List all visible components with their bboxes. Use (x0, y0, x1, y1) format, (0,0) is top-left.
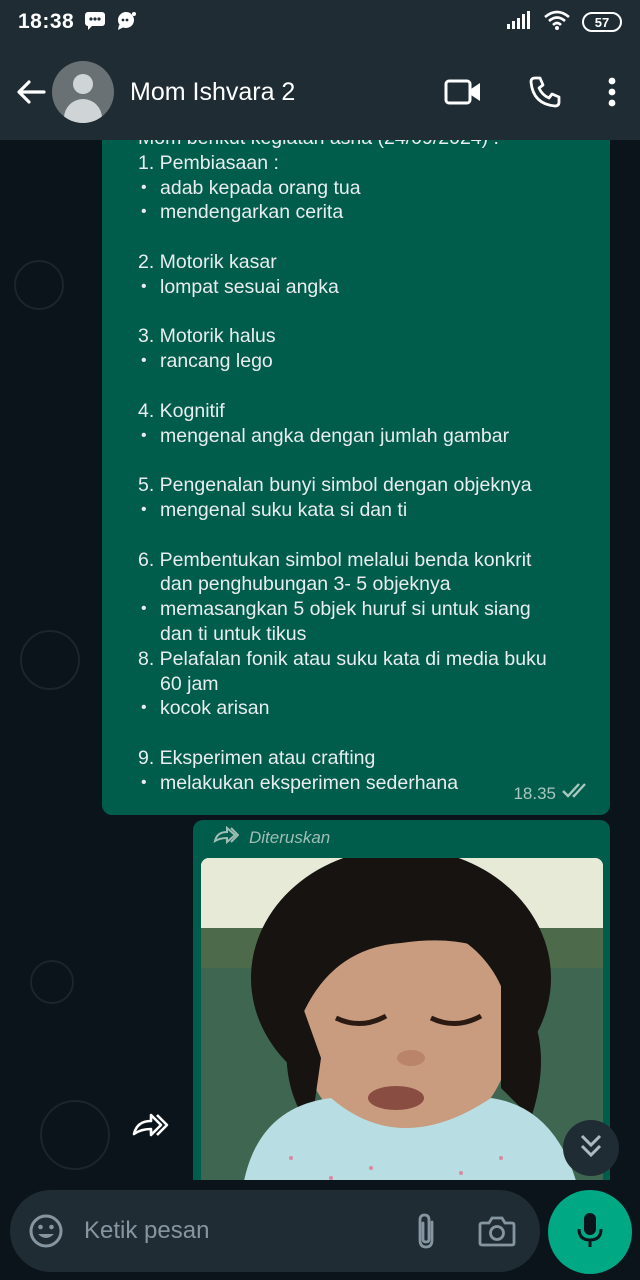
message-line: 9. Eksperimen atau crafting (138, 746, 376, 769)
back-arrow-icon[interactable] (14, 75, 48, 109)
wallpaper-doodle (30, 960, 74, 1004)
video-call-icon[interactable] (444, 78, 482, 106)
message-text: Mom berikut kegiatan asha (24/09/2024) :… (138, 140, 586, 796)
message-line: 8. Pelafalan fonik atau suku kata di med… (138, 647, 547, 670)
message-input[interactable]: Ketik pesan (84, 1217, 414, 1245)
message-line: 60 jam (160, 672, 219, 695)
message-line: dan penghubungan 3- 5 objeknya (160, 573, 451, 596)
avatar-head-shape (73, 74, 93, 94)
message-line: 2. Motorik kasar (138, 250, 277, 273)
signal-icon (506, 10, 532, 34)
mic-button[interactable] (548, 1190, 632, 1274)
more-options-icon[interactable] (608, 77, 616, 107)
contact-name[interactable]: Mom Ishvara 2 (130, 78, 295, 107)
message-bullet-line: mendengarkan cerita (138, 200, 586, 225)
message-bullet-line: kocok arisan (138, 696, 586, 721)
message-time: 18.35 (513, 783, 556, 803)
message-line: Mom berikut kegiatan asha (24/09/2024) : (138, 140, 586, 151)
attach-icon[interactable] (414, 1212, 438, 1250)
forwarded-icon (213, 825, 240, 849)
scroll-to-bottom-button[interactable] (563, 1120, 619, 1176)
microphone-icon (576, 1211, 604, 1254)
voice-call-icon[interactable] (528, 75, 562, 109)
message-notification-icon (84, 10, 106, 35)
camera-icon[interactable] (478, 1215, 516, 1247)
message-line: dan ti untuk tikus (160, 622, 307, 645)
status-time: 18:38 (18, 10, 75, 33)
message-bullet-line: adab kepada orang tua (138, 176, 586, 201)
forwarded-photo[interactable] (201, 858, 603, 1190)
forwarded-label: Diteruskan (213, 825, 331, 849)
wallpaper-doodle (40, 1100, 110, 1170)
message-meta: 18.35 (513, 781, 592, 807)
contact-avatar[interactable] (52, 61, 114, 123)
input-bar: Ketik pesan (0, 1180, 640, 1280)
forwarded-text: Diteruskan (249, 827, 331, 847)
message-bullet-line: lompat sesuai angka (138, 275, 586, 300)
emoji-icon[interactable] (28, 1213, 64, 1249)
message-line: 3. Motorik halus (138, 325, 276, 348)
chat-area[interactable]: Mom berikut kegiatan asha (24/09/2024) :… (0, 140, 640, 1190)
message-bullet-line: memasangkan 5 objek huruf si untuk siang (138, 597, 586, 622)
message-line: 6. Pembentukan simbol melalui benda konk… (138, 548, 532, 571)
wallpaper-doodle (20, 630, 80, 690)
double-chevron-down-icon (579, 1133, 603, 1164)
message-line: 1. Pembiasaan : (138, 151, 279, 174)
wifi-icon (544, 10, 570, 35)
outgoing-message-bubble[interactable]: Mom berikut kegiatan asha (24/09/2024) :… (102, 140, 610, 815)
battery-indicator: 57 (582, 12, 622, 32)
status-bar: 18:38 57 (0, 0, 640, 44)
message-line: 5. Pengenalan bunyi simbol dengan objekn… (138, 474, 532, 497)
wallpaper-doodle (14, 260, 64, 310)
avatar-body-shape (64, 99, 102, 123)
chat-header: Mom Ishvara 2 (0, 44, 640, 140)
message-bullet-line: rancang lego (138, 349, 586, 374)
forwarded-message-bubble[interactable]: Diteruskan (193, 820, 610, 1190)
double-check-icon (562, 781, 592, 807)
message-line: 4. Kognitif (138, 399, 225, 422)
share-forward-icon[interactable] (128, 1108, 172, 1142)
chat-notification-icon (116, 10, 138, 35)
message-bullet-line: mengenal angka dengan jumlah gambar (138, 424, 586, 449)
message-bullet-line: mengenal suku kata si dan ti (138, 498, 586, 523)
message-input-container[interactable]: Ketik pesan (10, 1190, 540, 1272)
